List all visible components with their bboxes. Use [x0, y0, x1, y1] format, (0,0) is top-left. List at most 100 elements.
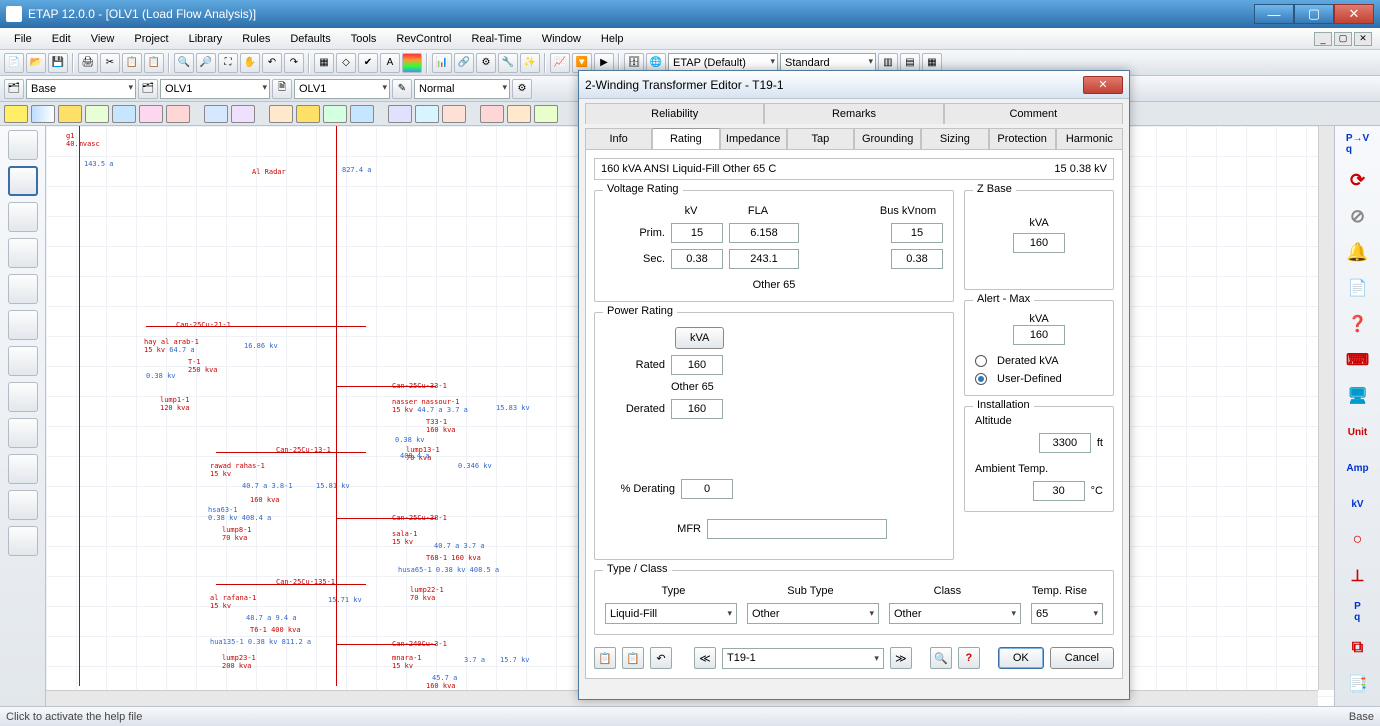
menu-file[interactable]: File: [4, 31, 42, 47]
find-icon[interactable]: 🔍: [930, 647, 952, 669]
calc-icon[interactable]: 📊: [432, 53, 452, 73]
grp-ts[interactable]: [166, 105, 190, 123]
tab-remarks[interactable]: Remarks: [764, 103, 943, 124]
pq-icon[interactable]: Pq: [1343, 598, 1373, 626]
menu-view[interactable]: View: [81, 31, 125, 47]
alert-kva-input[interactable]: [1013, 325, 1065, 345]
rated-input[interactable]: [671, 355, 723, 375]
cube-icon[interactable]: [8, 310, 38, 340]
presentation-icon[interactable]: 🗂: [4, 79, 24, 99]
print-icon[interactable]: 🖨: [78, 53, 98, 73]
cut-icon[interactable]: ✂: [100, 53, 120, 73]
tab-info[interactable]: Info: [585, 128, 652, 149]
save-icon[interactable]: 💾: [48, 53, 68, 73]
zbase-kva-input[interactable]: [1013, 233, 1065, 253]
tool2-icon[interactable]: 🔧: [498, 53, 518, 73]
grp-ug[interactable]: [442, 105, 466, 123]
transformer-icon[interactable]: [8, 166, 38, 196]
kv-btn[interactable]: kV: [1343, 490, 1373, 518]
help-icon[interactable]: ❓: [1343, 310, 1373, 338]
menu-library[interactable]: Library: [179, 31, 233, 47]
nav-next-button[interactable]: ≫: [890, 647, 912, 669]
radio-user[interactable]: [975, 373, 987, 385]
paste-icon[interactable]: 📋: [622, 647, 644, 669]
tab-sizing[interactable]: Sizing: [921, 128, 988, 149]
pan-icon[interactable]: ✋: [240, 53, 260, 73]
sec-fla-input[interactable]: [729, 249, 799, 269]
menu-defaults[interactable]: Defaults: [280, 31, 340, 47]
tab-harmonic[interactable]: Harmonic: [1056, 128, 1123, 149]
copy-icon[interactable]: 📋: [594, 647, 616, 669]
menu-tools[interactable]: Tools: [341, 31, 387, 47]
node-icon[interactable]: ○: [1343, 526, 1373, 554]
pct-input[interactable]: [681, 479, 733, 499]
recycle-icon[interactable]: [8, 526, 38, 556]
cancel-button[interactable]: Cancel: [1050, 647, 1114, 669]
zoom-fit-icon[interactable]: ⛶: [218, 53, 238, 73]
font-icon[interactable]: A: [380, 53, 400, 73]
grp-gnd2[interactable]: [507, 105, 531, 123]
mfr-input[interactable]: [707, 519, 887, 539]
prim-fla-input[interactable]: [729, 223, 799, 243]
tab-comment[interactable]: Comment: [944, 103, 1123, 124]
alert-icon[interactable]: 🔔: [1343, 238, 1373, 266]
bus-icon[interactable]: [8, 130, 38, 160]
canvas-scroll-v[interactable]: [1318, 126, 1334, 690]
grp-cable2[interactable]: [415, 105, 439, 123]
altitude-input[interactable]: [1039, 433, 1091, 453]
menu-window[interactable]: Window: [532, 31, 591, 47]
pv-icon[interactable]: P→Vq: [1343, 130, 1373, 158]
curve-icon[interactable]: [8, 238, 38, 268]
oneline-icon[interactable]: 🗎: [272, 79, 292, 99]
menu-rules[interactable]: Rules: [232, 31, 280, 47]
dialog-titlebar[interactable]: 2-Winding Transformer Editor - T19-1 ✕: [579, 71, 1129, 99]
help-icon[interactable]: ?: [958, 647, 980, 669]
pen-icon[interactable]: ✎: [392, 79, 412, 99]
grp-sc[interactable]: [58, 105, 82, 123]
derated-input[interactable]: [671, 399, 723, 419]
mdi-close[interactable]: ✕: [1354, 32, 1372, 46]
analyzer-icon[interactable]: 📈: [550, 53, 570, 73]
light-icon[interactable]: [8, 454, 38, 484]
kva-button[interactable]: kVA: [675, 327, 724, 349]
tab-rating[interactable]: Rating: [652, 128, 719, 149]
nav-prev-button[interactable]: ≪: [694, 647, 716, 669]
undo-icon[interactable]: ↶: [650, 647, 672, 669]
link-icon[interactable]: 🔗: [454, 53, 474, 73]
grp-sc2[interactable]: [85, 105, 109, 123]
grp-opt4[interactable]: [350, 105, 374, 123]
menu-edit[interactable]: Edit: [42, 31, 81, 47]
check-icon[interactable]: ✔: [358, 53, 378, 73]
redo-icon[interactable]: ↷: [284, 53, 304, 73]
grp-arc[interactable]: [231, 105, 255, 123]
grp-yellow[interactable]: [4, 105, 28, 123]
grp-gnd3[interactable]: [534, 105, 558, 123]
paste-icon[interactable]: 📋: [144, 53, 164, 73]
config-icon[interactable]: ⚙: [512, 79, 532, 99]
open-icon[interactable]: 📂: [26, 53, 46, 73]
type-select[interactable]: Liquid-Fill: [605, 603, 737, 624]
amp-btn[interactable]: Amp: [1343, 454, 1373, 482]
report2-icon[interactable]: 📑: [1343, 670, 1373, 698]
tab-protection[interactable]: Protection: [989, 128, 1056, 149]
ok-button[interactable]: OK: [998, 647, 1044, 669]
tab-grounding[interactable]: Grounding: [854, 128, 921, 149]
unit-btn[interactable]: Unit: [1343, 418, 1373, 446]
grp-cable[interactable]: [388, 105, 412, 123]
tab-impedance[interactable]: Impedance: [720, 128, 787, 149]
tree-icon[interactable]: 🗂: [138, 79, 158, 99]
copy-icon[interactable]: 📋: [122, 53, 142, 73]
radio-derated[interactable]: [975, 355, 987, 367]
prim-bus-input[interactable]: [891, 223, 943, 243]
keyboard-icon[interactable]: ⌨: [1343, 346, 1373, 374]
maximize-button[interactable]: ▢: [1294, 4, 1334, 24]
grid-icon[interactable]: ▦: [314, 53, 334, 73]
snap-icon[interactable]: ◇: [336, 53, 356, 73]
tab-reliability[interactable]: Reliability: [585, 103, 764, 124]
class-select[interactable]: Other: [889, 603, 1021, 624]
sec-kv-input[interactable]: [671, 249, 723, 269]
grp-gnd[interactable]: [480, 105, 504, 123]
gauge-icon[interactable]: [8, 382, 38, 412]
menu-project[interactable]: Project: [124, 31, 178, 47]
dollar-icon[interactable]: [8, 490, 38, 520]
